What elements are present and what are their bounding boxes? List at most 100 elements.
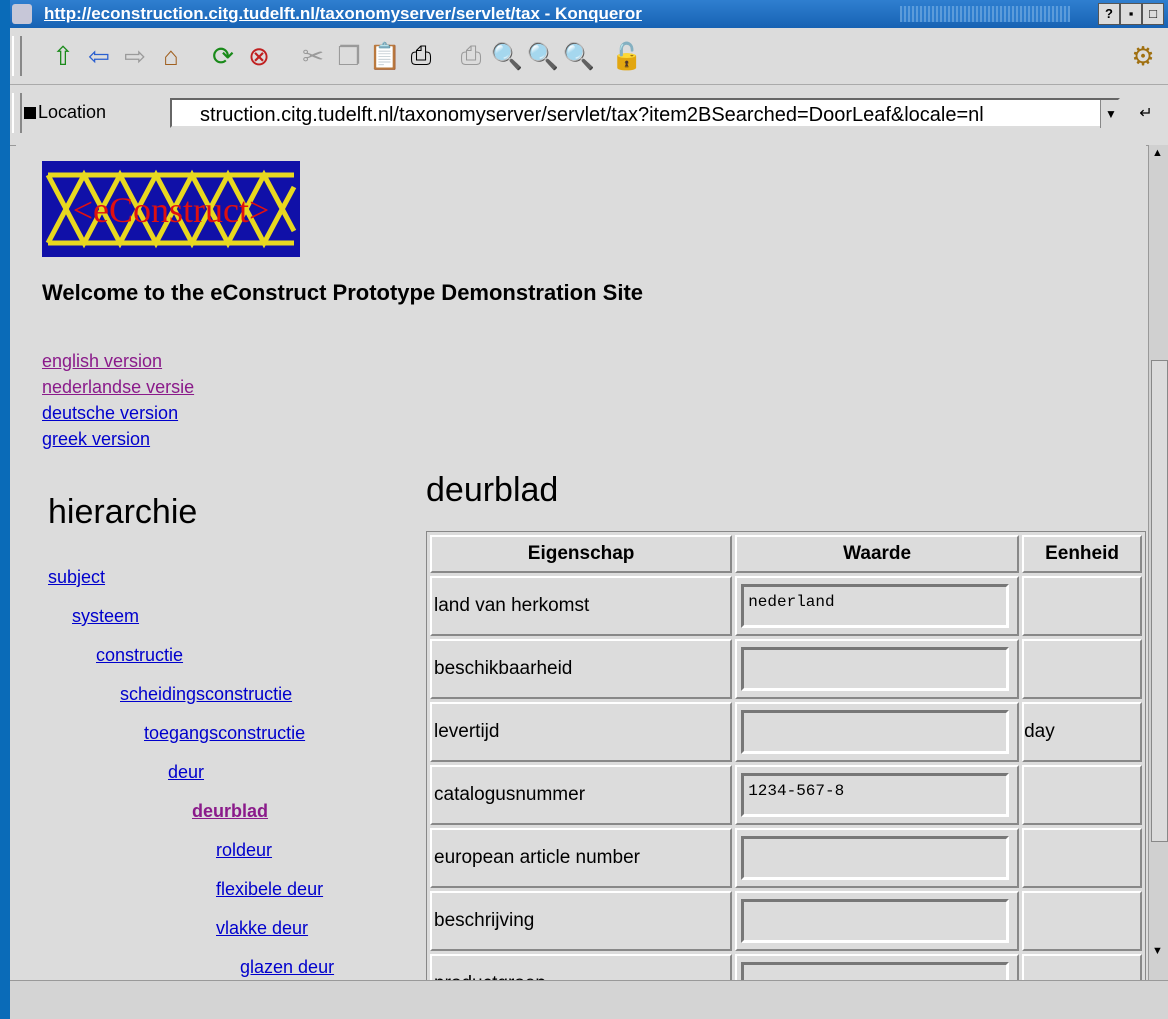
properties-table: Eigenschap Waarde Eenheid land van herko… [426, 531, 1146, 980]
value-cell [735, 702, 1020, 762]
lock-icon: 🔓 [610, 40, 644, 71]
vertical-scrollbar[interactable]: ▲ ▼ [1148, 145, 1168, 980]
tree-item-constructie[interactable]: constructie [96, 645, 183, 666]
product-title: deurblad [426, 471, 559, 509]
table-row: productgroep [430, 954, 1142, 980]
value-cell: nederland [735, 576, 1020, 636]
title-bar[interactable]: http://econstruction.citg.tudelft.nl/tax… [10, 0, 1168, 28]
value-field[interactable] [741, 836, 1010, 880]
tree-item-toegangsconstructie[interactable]: toegangsconstructie [144, 723, 305, 744]
toolbar-grip[interactable] [12, 36, 22, 76]
value-field[interactable] [741, 899, 1010, 943]
econstruct-logo: <eConstruct> [42, 161, 300, 257]
table-row: land van herkomst nederland [430, 576, 1142, 636]
main-toolbar: ⇧ ⇦ ⇨ ⌂ ⟳ ⊗ ✂ ❐ 📋 ⎙ ⎙ 🔍 🔍 🔍 🔓 ⚙ [10, 28, 1168, 85]
hierarchy-title: hierarchie [48, 493, 198, 531]
maximize-button[interactable]: □ [1142, 3, 1164, 25]
zoom-out-icon[interactable]: 🔍 [562, 40, 596, 72]
konqueror-app-icon[interactable] [12, 4, 32, 24]
status-bar [10, 980, 1168, 1019]
unit-cell [1022, 828, 1142, 888]
table-row: beschrijving [430, 891, 1142, 951]
scroll-up-icon[interactable]: ▲ [1152, 147, 1163, 159]
header-waarde: Waarde [735, 535, 1020, 573]
tree-item-glazen-deur[interactable]: glazen deur [240, 957, 334, 978]
value-cell: 1234-567-8 [735, 765, 1020, 825]
window-frame: http://econstruction.citg.tudelft.nl/tax… [0, 0, 1168, 1019]
value-cell [735, 639, 1020, 699]
tree-item-subject[interactable]: subject [48, 567, 105, 588]
unit-cell [1022, 576, 1142, 636]
paste-icon[interactable]: 📋 [368, 40, 402, 72]
scrollbar-thumb[interactable] [1151, 360, 1168, 842]
header-eigenschap: Eigenschap [430, 535, 733, 573]
location-dropdown-button[interactable]: ▼ [1100, 100, 1121, 128]
link-english-version[interactable]: english version [42, 351, 162, 372]
browser-window: ⇧ ⇦ ⇨ ⌂ ⟳ ⊗ ✂ ❐ 📋 ⎙ ⎙ 🔍 🔍 🔍 🔓 ⚙ Location… [10, 28, 1168, 1019]
table-row: catalogusnummer 1234-567-8 [430, 765, 1142, 825]
find-icon[interactable]: 🔍 [490, 40, 524, 72]
clear-location-icon[interactable] [24, 107, 36, 119]
scroll-down-icon[interactable]: ▼ [1152, 945, 1163, 957]
value-cell [735, 891, 1020, 951]
table-header-row: Eigenschap Waarde Eenheid [430, 535, 1142, 573]
unit-cell: day [1022, 702, 1142, 762]
zoom-in-icon[interactable]: 🔍 [526, 40, 560, 72]
value-field[interactable] [741, 962, 1010, 980]
value-cell [735, 828, 1020, 888]
location-input[interactable]: struction.citg.tudelft.nl/taxonomyserver… [170, 98, 1120, 128]
table-row: beschikbaarheid [430, 639, 1142, 699]
property-name: catalogusnummer [430, 765, 733, 825]
welcome-heading: Welcome to the eConstruct Prototype Demo… [42, 280, 644, 305]
up-arrow-icon[interactable]: ⇧ [46, 40, 80, 72]
link-greek-version[interactable]: greek version [42, 429, 150, 450]
value-field[interactable] [741, 710, 1010, 754]
window-title: http://econstruction.citg.tudelft.nl/tax… [44, 4, 642, 23]
table-row: levertijd day [430, 702, 1142, 762]
value-cell [735, 954, 1020, 980]
tree-item-systeem[interactable]: systeem [72, 606, 139, 627]
unit-cell [1022, 765, 1142, 825]
throbber-gear-icon[interactable]: ⚙ [1126, 40, 1160, 72]
value-field[interactable]: 1234-567-8 [741, 773, 1010, 817]
tree-item-roldeur[interactable]: roldeur [216, 840, 272, 861]
value-field[interactable]: nederland [741, 584, 1010, 628]
property-name: productgroep [430, 954, 733, 980]
value-field[interactable] [741, 647, 1010, 691]
copy-icon[interactable]: ❐ [332, 40, 366, 72]
print-frame-icon[interactable]: ⎙ [454, 40, 488, 72]
cut-icon[interactable]: ✂ [296, 40, 330, 72]
reload-icon[interactable]: ⟳ [206, 40, 240, 72]
title-stripe-decoration [900, 6, 1070, 22]
stop-icon[interactable]: ⊗ [242, 40, 276, 72]
tree-item-scheidingsconstructie[interactable]: scheidingsconstructie [120, 684, 292, 705]
property-name: european article number [430, 828, 733, 888]
home-icon[interactable]: ⌂ [154, 40, 188, 72]
unit-cell [1022, 639, 1142, 699]
tree-item-deur[interactable]: deur [168, 762, 204, 783]
help-button[interactable]: ? [1098, 3, 1120, 25]
tree-item-vlakke-deur[interactable]: vlakke deur [216, 918, 308, 939]
header-eenheid: Eenheid [1022, 535, 1142, 573]
tree-item-flexibele-deur[interactable]: flexibele deur [216, 879, 323, 900]
unit-cell [1022, 891, 1142, 951]
tree-item-deurblad[interactable]: deurblad [192, 801, 268, 822]
property-name: levertijd [430, 702, 733, 762]
link-nederlandse-versie[interactable]: nederlandse versie [42, 377, 194, 398]
location-label: Location [38, 102, 107, 122]
location-toolbar: Location struction.citg.tudelft.nl/taxon… [10, 85, 1168, 146]
location-grip[interactable] [12, 93, 22, 133]
location-url: struction.citg.tudelft.nl/taxonomyserver… [200, 104, 984, 126]
go-button-icon[interactable]: ↵ [1132, 99, 1160, 127]
property-name: beschikbaarheid [430, 639, 733, 699]
link-deutsche-version[interactable]: deutsche version [42, 403, 178, 424]
logo-text: <eConstruct> [72, 190, 270, 230]
print-icon[interactable]: ⎙ [404, 40, 438, 72]
unit-cell [1022, 954, 1142, 980]
page-content: <eConstruct> Welcome to the eConstruct P… [16, 145, 1146, 980]
forward-arrow-icon[interactable]: ⇨ [118, 40, 152, 72]
property-name: land van herkomst [430, 576, 733, 636]
back-arrow-icon[interactable]: ⇦ [82, 40, 116, 72]
minimize-button[interactable]: ▪ [1120, 3, 1142, 25]
property-name: beschrijving [430, 891, 733, 951]
